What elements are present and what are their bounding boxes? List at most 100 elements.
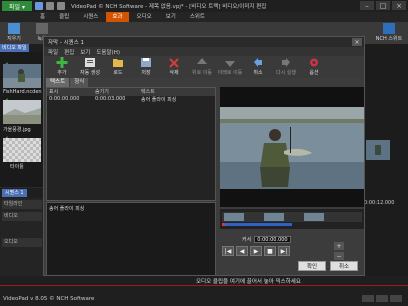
close-icon[interactable]: × xyxy=(392,1,406,10)
sequence-tabs: 시퀀스 1 xyxy=(0,188,44,198)
add-button[interactable]: 추가 xyxy=(48,57,76,77)
tab-audio[interactable]: 오디오 xyxy=(131,12,158,22)
step-back-button[interactable]: ◀ xyxy=(236,246,248,256)
dialog-title: 자막 - 시퀀스 1 xyxy=(48,40,85,46)
nch-suite-button[interactable]: NCH 스위트 xyxy=(372,23,406,43)
menu-file[interactable]: 파일 xyxy=(48,48,58,56)
clip-thumbnail-fishhard[interactable] xyxy=(3,64,41,88)
column-hide[interactable]: 숨기기 xyxy=(93,88,139,96)
subtitle-range-bar[interactable] xyxy=(222,223,292,226)
cursor-time-row: 커서 0:00:00.000 xyxy=(242,236,291,243)
play-button[interactable]: ▶ xyxy=(250,246,262,256)
tab-video-files[interactable]: 비디오 파일 xyxy=(0,44,29,52)
status-bar: 오디오 클립을 여기에 끌어서 놓아 믹스하세요 VideoPad v 8.05… xyxy=(0,276,408,306)
status-button[interactable] xyxy=(362,295,374,302)
table-row[interactable]: 0:00:00.000 0:00:03.000 송어 플라이 피싱 xyxy=(47,96,215,103)
column-show[interactable]: 표시 xyxy=(47,88,93,96)
record-icon xyxy=(36,23,48,34)
row-show-time: 0:00:00.000 xyxy=(49,96,80,102)
zoom-in-icon[interactable]: + xyxy=(334,242,344,250)
timeline-scrubber[interactable] xyxy=(220,209,364,229)
status-button[interactable] xyxy=(390,295,402,302)
subtitles-dialog: 자막 - 시퀀스 1 × 파일 편집 보기 도움말(H) 추가 자동 생성 로드… xyxy=(43,36,365,276)
timeline-label: 타임라인 xyxy=(2,200,42,209)
subtitle-list-header: 표시 숨기기 텍스트 xyxy=(47,88,215,96)
clip-thumbnail-autumn[interactable] xyxy=(3,100,41,124)
dialog-buttons: 확인 취소 xyxy=(298,261,358,271)
menu-help[interactable]: 도움말(H) xyxy=(96,48,120,56)
bin-tabs: 비디오 파일 xyxy=(0,44,44,52)
video-preview xyxy=(220,87,364,207)
cancel-button[interactable]: 취소 xyxy=(330,261,358,271)
ok-button[interactable]: 확인 xyxy=(298,261,326,271)
tab-clip[interactable]: 클립 xyxy=(53,12,75,22)
frame-thumb xyxy=(264,213,284,221)
save-icon xyxy=(141,58,151,67)
clip-label: 가을풍경.jpg xyxy=(3,127,31,133)
stop-button[interactable]: ■ xyxy=(264,246,276,256)
zoom-controls: + − xyxy=(334,242,344,260)
redo-icon xyxy=(282,58,290,67)
undo-button[interactable]: 취소 xyxy=(244,57,272,77)
save-button[interactable]: 저장 xyxy=(132,57,160,77)
tab-sequence[interactable]: 시퀀스 xyxy=(77,12,104,22)
clear-button[interactable]: 지우기 xyxy=(0,23,28,43)
window-title: VideoPad © NCH Software - 제목 없음.vpj* - [… xyxy=(71,4,267,10)
tab-view[interactable]: 보기 xyxy=(160,12,182,22)
subtitle-text-editor[interactable]: 송어 플라이 피싱 xyxy=(46,202,216,276)
row-hide-time: 0:00:03.000 xyxy=(95,96,126,102)
dialog-menu-bar: 파일 편집 보기 도움말(H) xyxy=(44,47,364,56)
clip-label: FishHard.ncden xyxy=(3,89,42,95)
status-button[interactable] xyxy=(376,295,388,302)
tab-suite[interactable]: 스위트 xyxy=(184,12,211,22)
move-down-button[interactable]: 아래로 이동 xyxy=(216,57,244,77)
media-bin: ✔ FishHard.ncden ✔ 가을풍경.jpg ✔ 타이틀 xyxy=(0,52,44,187)
status-message: 오디오 클립을 여기에 끌어서 놓아 믹스하세요 xyxy=(196,279,301,285)
status-controls xyxy=(362,295,402,302)
audio-track-header[interactable]: 오디오 xyxy=(2,238,42,247)
options-button[interactable]: 옵션 xyxy=(300,57,328,77)
minimize-icon[interactable]: – xyxy=(360,1,374,10)
dialog-tabs: 텍스트 형식 xyxy=(46,78,89,87)
auto-generate-icon xyxy=(85,58,95,67)
dialog-titlebar: 자막 - 시퀀스 1 × xyxy=(44,37,364,47)
arrow-down-icon xyxy=(225,61,235,67)
save-icon[interactable] xyxy=(35,2,43,10)
column-text[interactable]: 텍스트 xyxy=(139,88,215,96)
load-button[interactable]: 로드 xyxy=(104,57,132,77)
file-menu-button[interactable]: 파일 ▾ xyxy=(2,1,32,11)
redo-icon[interactable] xyxy=(57,2,65,10)
delete-icon xyxy=(169,58,179,68)
undo-icon[interactable] xyxy=(46,2,54,10)
dialog-close-icon[interactable]: × xyxy=(352,38,362,46)
skip-start-button[interactable]: |◀ xyxy=(222,246,234,256)
auto-generate-button[interactable]: 자동 생성 xyxy=(76,57,104,77)
nch-suite-icon xyxy=(383,23,395,34)
frame-thumb xyxy=(304,213,324,221)
maximize-icon[interactable]: □ xyxy=(376,1,390,10)
tab-text[interactable]: 텍스트 xyxy=(46,78,70,87)
tab-home[interactable]: 홈 xyxy=(34,12,51,22)
folder-icon xyxy=(113,59,123,67)
editor-text: 송어 플라이 피싱 xyxy=(49,206,85,212)
skip-end-button[interactable]: ▶| xyxy=(278,246,290,256)
tab-format[interactable]: 형식 xyxy=(70,78,89,87)
redo-button[interactable]: 다시 실행 xyxy=(272,57,300,77)
menu-edit[interactable]: 편집 xyxy=(64,48,74,56)
video-frame xyxy=(220,107,364,189)
zoom-out-icon[interactable]: − xyxy=(334,252,344,260)
row-text: 송어 플라이 피싱 xyxy=(141,97,177,103)
title-bar: 파일 ▾ VideoPad © NCH Software - 제목 없음.vpj… xyxy=(0,0,408,12)
timeline-track-headers: 타임라인 비디오 오디오 xyxy=(0,198,44,276)
cursor-time-field[interactable]: 0:00:00.000 xyxy=(254,236,291,243)
clear-icon xyxy=(8,23,20,34)
clip-thumbnail-title[interactable] xyxy=(3,138,41,162)
playhead-marker[interactable] xyxy=(222,223,225,226)
move-up-button[interactable]: 위로 이동 xyxy=(188,57,216,77)
tab-effects[interactable]: 효과 xyxy=(106,12,129,22)
menu-view[interactable]: 보기 xyxy=(80,48,90,56)
video-track-header[interactable]: 비디오 xyxy=(2,212,42,221)
version-label: VideoPad v 8.05 © NCH Software xyxy=(3,296,95,302)
delete-button[interactable]: 삭제 xyxy=(160,57,188,77)
tab-sequence-1[interactable]: 시퀀스 1 xyxy=(2,189,27,197)
